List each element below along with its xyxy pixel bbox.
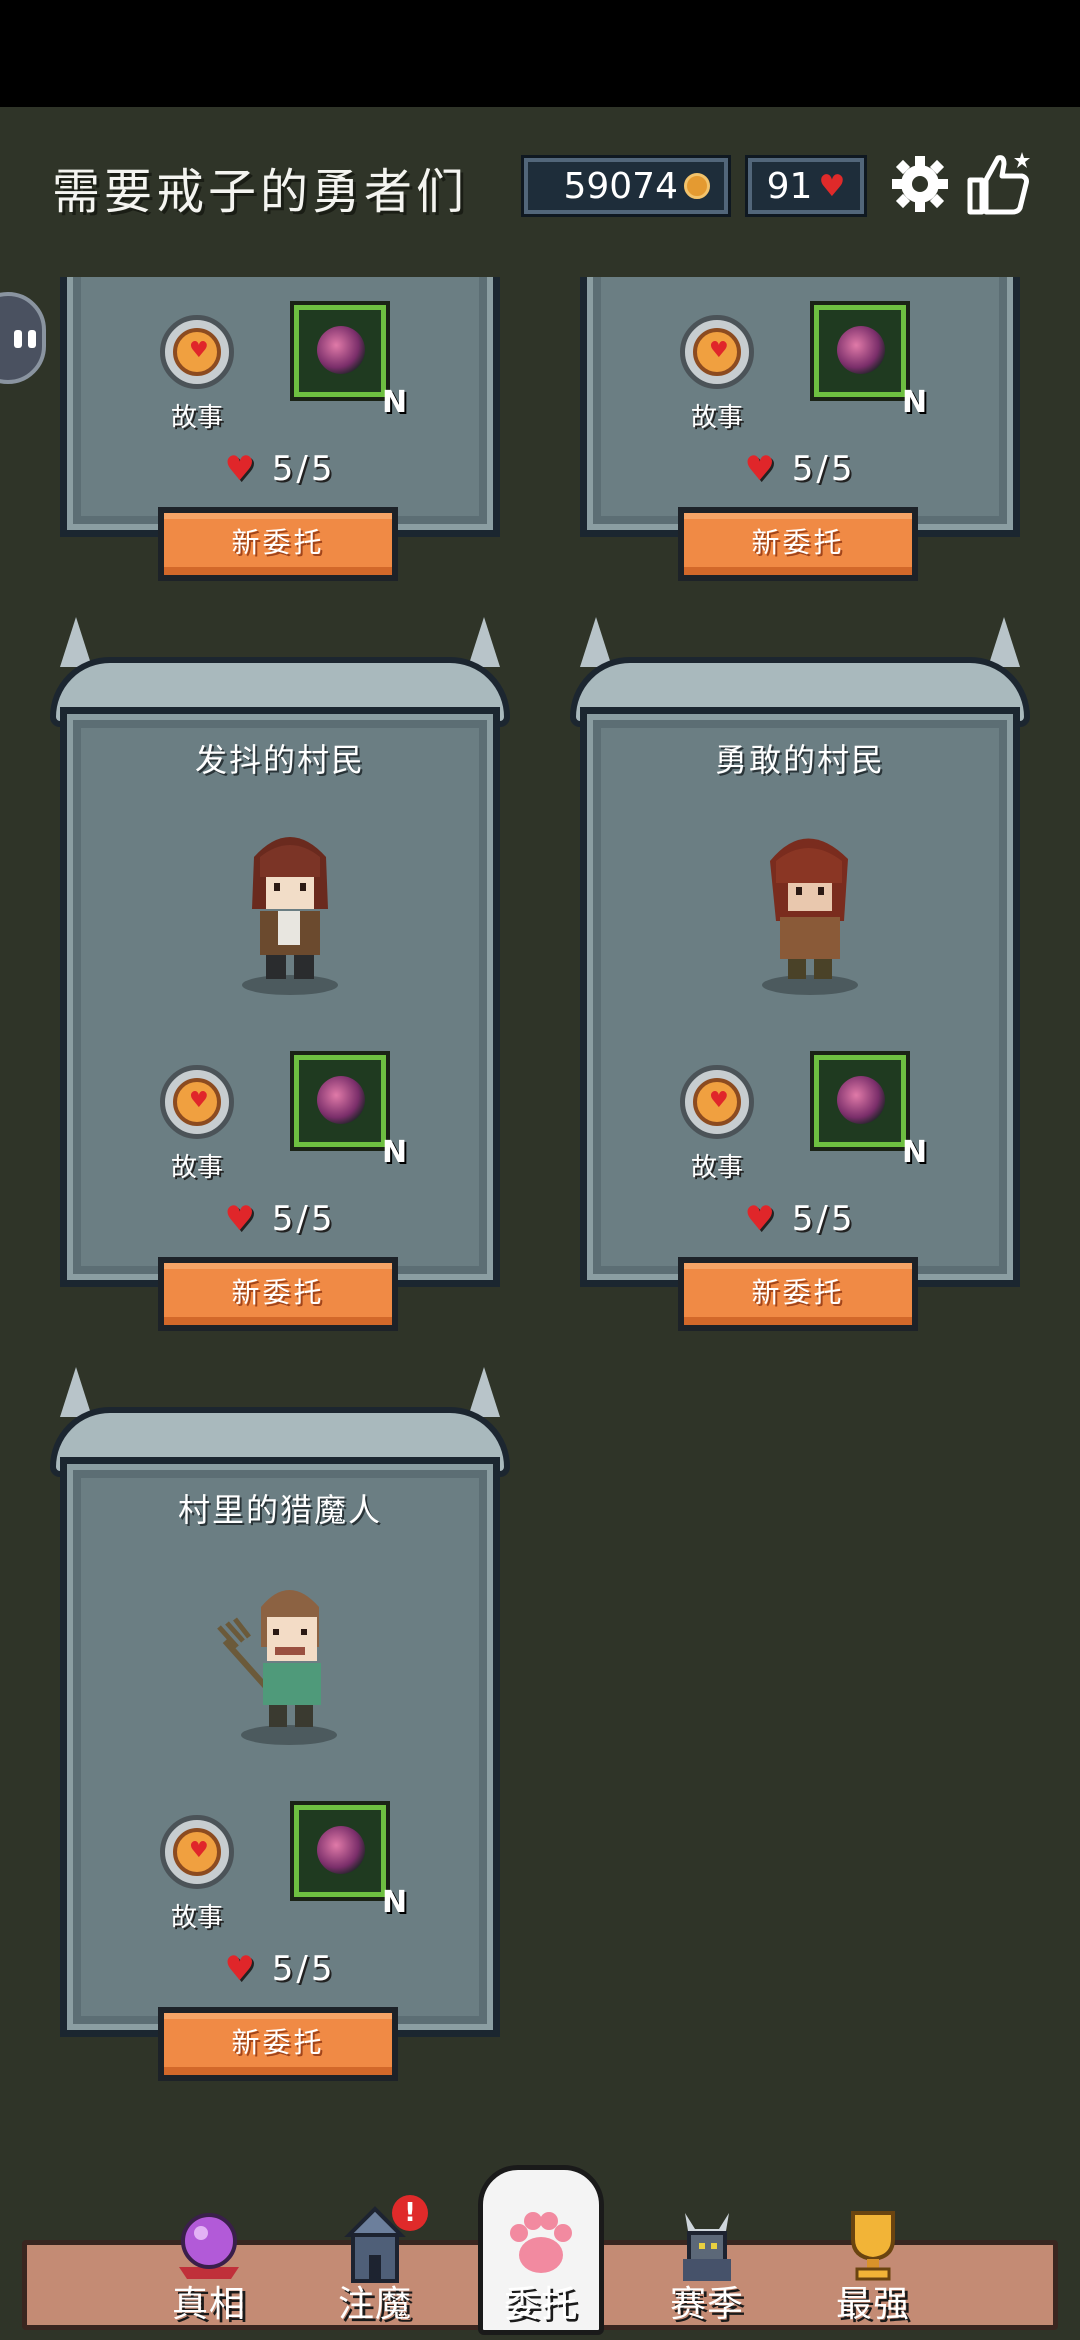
- heart-icon: ♥: [744, 449, 778, 489]
- new-quest-button[interactable]: 新委托: [158, 1257, 398, 1331]
- settings-button[interactable]: [888, 152, 952, 216]
- quest-list[interactable]: ♥ 故事 N ♥ 5/5 新委托 ♥ 故事 N ♥ 5/5 新委托 发抖的村民: [0, 277, 1080, 2235]
- crystal-ball-icon: [179, 2213, 239, 2279]
- new-quest-button[interactable]: 新委托: [158, 507, 398, 581]
- rarity-label: N: [902, 385, 928, 420]
- new-quest-button[interactable]: 新委托: [678, 507, 918, 581]
- hp-value: 5/5: [271, 1199, 336, 1239]
- heart-count: 91: [766, 165, 813, 207]
- hp-value: 5/5: [271, 1949, 336, 1989]
- heart-icon: ♥: [189, 1088, 209, 1113]
- nav-tab-truth[interactable]: 真相: [134, 2195, 284, 2335]
- quest-card: 勇敢的村民 ♥ 故事 N ♥ 5/5 新委托: [570, 617, 1030, 1331]
- hp-value: 5/5: [791, 449, 856, 489]
- equipment-slot[interactable]: [294, 305, 386, 397]
- card-spike: [60, 617, 92, 667]
- hunter-portrait[interactable]: [200, 1567, 350, 1747]
- quest-card: 发抖的村民 ♥ 故事 N ♥ 5/5 新委托: [50, 617, 510, 1331]
- hp-display: ♥ 5/5: [570, 1199, 1030, 1239]
- dark-orb-icon: [317, 326, 365, 374]
- hp-value: 5/5: [271, 449, 336, 489]
- story-label: 故事: [170, 403, 223, 433]
- nav-tab-quests[interactable]: 委托: [466, 2165, 616, 2335]
- story-badge[interactable]: ♥: [680, 1065, 754, 1139]
- heart-icon: ♥: [818, 168, 846, 204]
- equipment-slot[interactable]: [294, 1805, 386, 1897]
- heart-icon: ♥: [709, 1088, 729, 1113]
- story-badge[interactable]: ♥: [160, 315, 234, 389]
- dark-orb-icon: [317, 1076, 365, 1124]
- nav-label: 委托: [503, 2284, 578, 2325]
- new-quest-button[interactable]: 新委托: [158, 2007, 398, 2081]
- villager-portrait[interactable]: [750, 817, 870, 997]
- heart-icon: ♥: [224, 1949, 258, 1989]
- heart-icon: ♥: [189, 338, 209, 363]
- nav-tab-enchant[interactable]: ! 注魔: [300, 2195, 450, 2335]
- coin-count: 59074: [563, 165, 678, 207]
- heart-counter[interactable]: 91 ♥: [748, 158, 864, 214]
- story-badge[interactable]: ♥: [160, 1815, 234, 1889]
- heart-icon: ♥: [189, 1838, 209, 1863]
- hp-display: ♥ 5/5: [570, 449, 1030, 489]
- dark-orb-icon: [317, 1826, 365, 1874]
- gear-icon: [892, 156, 948, 212]
- heart-icon: ♥: [744, 1199, 778, 1239]
- nav-tab-strongest[interactable]: 最强: [798, 2195, 948, 2335]
- hero-name: 勇敢的村民: [714, 741, 885, 779]
- equipment-slot[interactable]: [294, 1055, 386, 1147]
- coin-counter[interactable]: 59074: [524, 158, 728, 214]
- page-title: 需要戒子的勇者们: [52, 164, 469, 220]
- rarity-label: N: [382, 1885, 408, 1920]
- new-quest-button[interactable]: 新委托: [678, 1257, 918, 1331]
- story-label: 故事: [170, 1903, 223, 1933]
- heart-icon: ♥: [709, 338, 729, 363]
- dark-orb-icon: [837, 326, 885, 374]
- rarity-label: N: [902, 1135, 928, 1170]
- nav-label: 赛季: [669, 2284, 744, 2325]
- nav-label: 注魔: [337, 2284, 412, 2325]
- nav-tab-season[interactable]: 赛季: [632, 2195, 782, 2335]
- heart-icon: ♥: [224, 1199, 258, 1239]
- heart-icon: ♥: [224, 449, 258, 489]
- card-spike: [60, 1367, 92, 1417]
- hp-value: 5/5: [791, 1199, 856, 1239]
- card-spike: [468, 1367, 500, 1417]
- equipment-slot[interactable]: [814, 305, 906, 397]
- hp-display: ♥ 5/5: [50, 1199, 510, 1239]
- quest-card: 村里的猎魔人 ♥ 故事 N ♥ 5/5 新委托: [50, 1367, 510, 2081]
- card-spike: [468, 617, 500, 667]
- like-button[interactable]: [964, 150, 1034, 220]
- knight-icon: [683, 2213, 731, 2281]
- nav-label: 最强: [835, 2284, 910, 2325]
- hero-name: 发抖的村民: [194, 741, 365, 779]
- alert-badge: !: [392, 2195, 428, 2231]
- story-badge[interactable]: ♥: [680, 315, 754, 389]
- rarity-label: N: [382, 385, 408, 420]
- hero-name: 村里的猎魔人: [177, 1491, 382, 1529]
- quest-card: ♥ 故事 N ♥ 5/5 新委托: [50, 277, 510, 581]
- card-panel: [580, 277, 1020, 537]
- coin-icon: [684, 173, 710, 199]
- hp-display: ♥ 5/5: [50, 449, 510, 489]
- equipment-slot[interactable]: [814, 1055, 906, 1147]
- villager-portrait[interactable]: [230, 817, 350, 997]
- story-label: 故事: [170, 1153, 223, 1183]
- hp-display: ♥ 5/5: [50, 1949, 510, 1989]
- trophy-icon: [851, 2211, 895, 2281]
- card-spike: [580, 617, 612, 667]
- status-bar: [0, 0, 1080, 107]
- thumbs-up-icon: [967, 152, 1030, 215]
- quest-card: ♥ 故事 N ♥ 5/5 新委托: [570, 277, 1030, 581]
- nav-label: 真相: [171, 2284, 246, 2325]
- story-badge[interactable]: ♥: [160, 1065, 234, 1139]
- paw-icon: [510, 2212, 572, 2273]
- story-label: 故事: [690, 1153, 743, 1183]
- rarity-label: N: [382, 1135, 408, 1170]
- story-label: 故事: [690, 403, 743, 433]
- card-panel: [60, 277, 500, 537]
- card-spike: [988, 617, 1020, 667]
- dark-orb-icon: [837, 1076, 885, 1124]
